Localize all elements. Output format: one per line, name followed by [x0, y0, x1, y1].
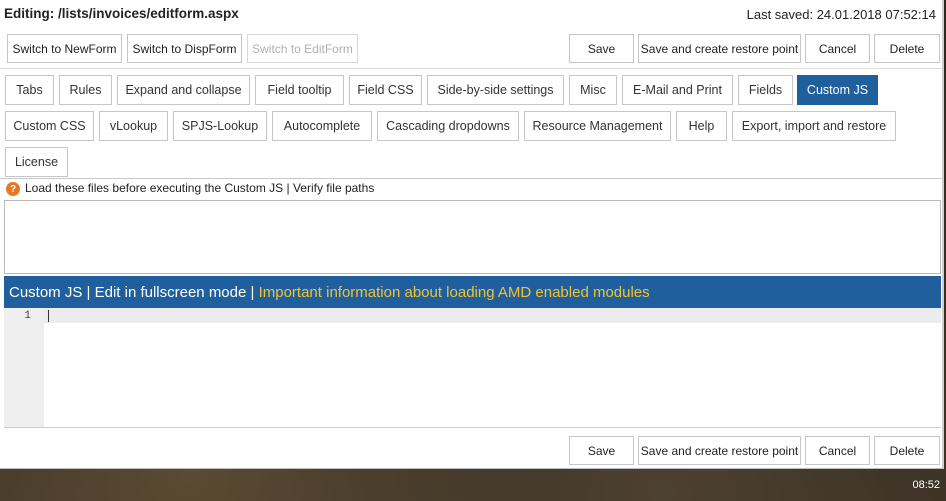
tab-autocomplete[interactable]: Autocomplete [272, 111, 372, 141]
tab-fields[interactable]: Fields [738, 75, 793, 105]
switch-to-editform-button: Switch to EditForm [247, 34, 358, 63]
switch-to-newform-button[interactable]: Switch to NewForm [7, 34, 122, 63]
load-files-textarea[interactable] [4, 200, 941, 274]
custom-js-title: Custom JS [9, 283, 83, 301]
line-number: 1 [24, 310, 31, 322]
tab-cascading-dropdowns[interactable]: Cascading dropdowns [377, 111, 519, 141]
tab-license[interactable]: License [5, 147, 68, 177]
tab-field-tooltip[interactable]: Field tooltip [255, 75, 344, 105]
fullscreen-mode-link[interactable]: Edit in fullscreen mode [95, 284, 247, 301]
tab-export-import-restore[interactable]: Export, import and restore [732, 111, 896, 141]
taskbar [0, 469, 946, 501]
amd-modules-info-link[interactable]: Important information about loading AMD … [259, 284, 650, 301]
tab-custom-js[interactable]: Custom JS [797, 75, 878, 105]
header-separator: | [246, 283, 259, 301]
tab-help[interactable]: Help [676, 111, 727, 141]
tab-custom-css[interactable]: Custom CSS [5, 111, 94, 141]
code-editor[interactable]: 1 [4, 308, 941, 428]
cancel-button-top[interactable]: Cancel [805, 34, 870, 63]
save-button-bottom[interactable]: Save [569, 436, 634, 465]
custom-js-editor-window: Editing: /lists/invoices/editform.aspx L… [0, 0, 944, 469]
delete-button-bottom[interactable]: Delete [874, 436, 940, 465]
custom-js-header: Custom JS | Edit in fullscreen mode | Im… [4, 276, 941, 308]
header-separator: | [82, 283, 95, 301]
tab-rules[interactable]: Rules [59, 75, 112, 105]
tab-email-and-print[interactable]: E-Mail and Print [622, 75, 733, 105]
tab-field-css[interactable]: Field CSS [349, 75, 422, 105]
line-number-gutter [4, 308, 44, 427]
load-files-label: Load these files before executing the Cu… [25, 181, 375, 195]
save-restore-point-button-top[interactable]: Save and create restore point [638, 34, 801, 63]
tab-side-by-side-settings[interactable]: Side-by-side settings [427, 75, 564, 105]
help-icon[interactable]: ? [6, 182, 20, 196]
last-saved-status: Last saved: 24.01.2018 07:52:14 [746, 7, 936, 22]
tab-expand-and-collapse[interactable]: Expand and collapse [117, 75, 250, 105]
tab-spjs-lookup[interactable]: SPJS-Lookup [173, 111, 267, 141]
tab-resource-management[interactable]: Resource Management [524, 111, 671, 141]
switch-to-dispform-button[interactable]: Switch to DispForm [127, 34, 242, 63]
tab-tabs[interactable]: Tabs [5, 75, 54, 105]
delete-button-top[interactable]: Delete [874, 34, 940, 63]
active-line-highlight [44, 308, 941, 323]
taskbar-clock: 08:52 [912, 479, 940, 491]
tabs-divider [0, 178, 942, 179]
tab-vlookup[interactable]: vLookup [99, 111, 168, 141]
save-button-top[interactable]: Save [569, 34, 634, 63]
cancel-button-bottom[interactable]: Cancel [805, 436, 870, 465]
save-restore-point-button-bottom[interactable]: Save and create restore point [638, 436, 801, 465]
tab-misc[interactable]: Misc [569, 75, 617, 105]
header-divider [0, 68, 942, 69]
editing-path-title: Editing: /lists/invoices/editform.aspx [4, 6, 239, 21]
text-cursor [48, 310, 49, 322]
